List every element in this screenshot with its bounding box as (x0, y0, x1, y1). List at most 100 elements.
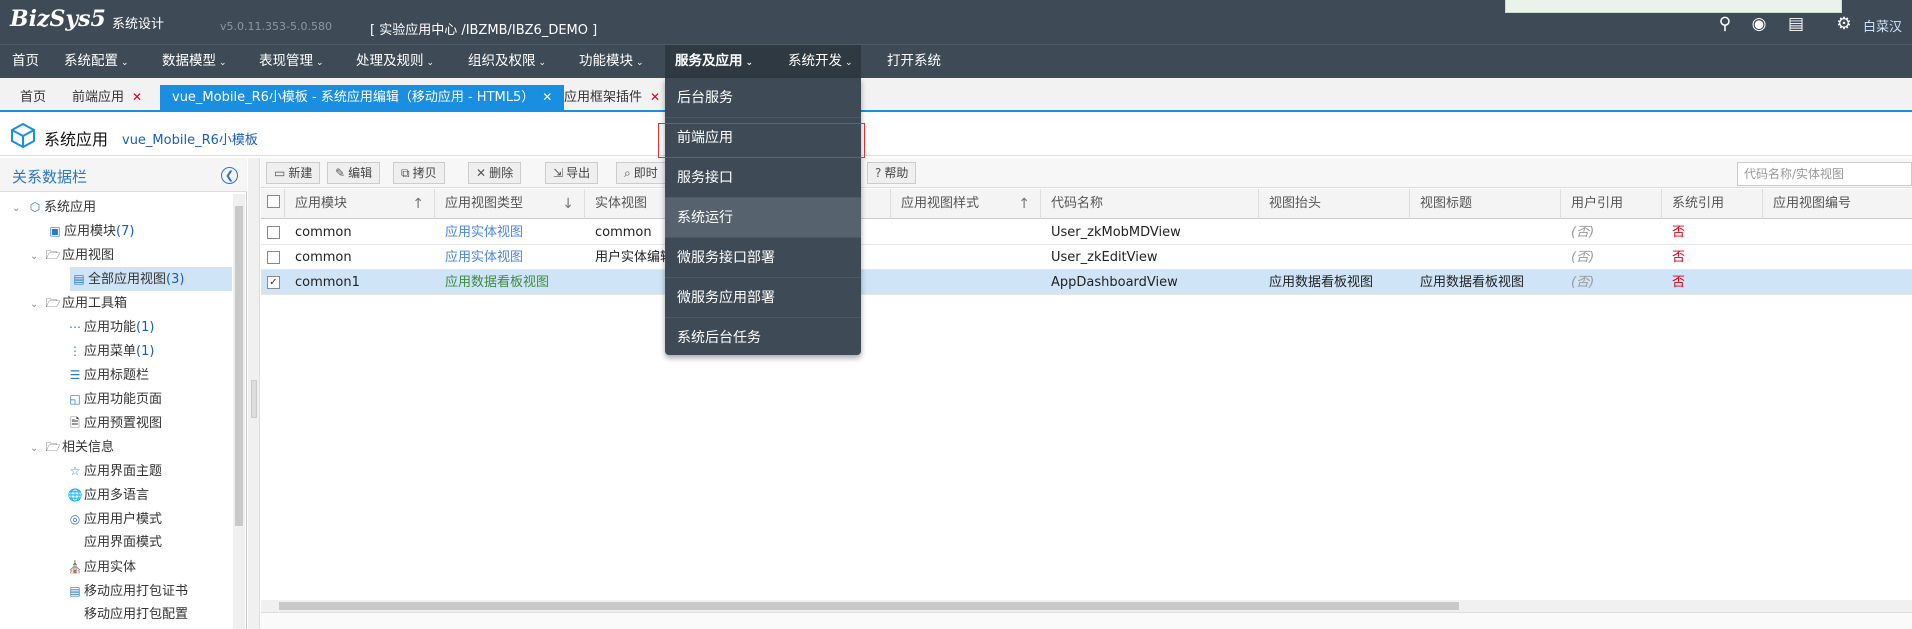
col-header-view-no[interactable]: 应用视图编号 (1763, 189, 1912, 219)
tree-item-app-menus[interactable]: ⋮ 应用菜单(1) (66, 339, 154, 363)
chat-icon[interactable]: ▤ (1786, 14, 1806, 34)
tree-item-package-certs[interactable]: ▤ 移动应用打包证书 (66, 579, 188, 603)
nav-home[interactable]: 首页 (2, 45, 49, 79)
github-icon[interactable]: ◉ (1749, 14, 1769, 34)
search-icon[interactable]: ⚲ (1715, 14, 1735, 34)
chevron-down-icon[interactable]: ⌄ (30, 437, 44, 461)
nav-system-dev[interactable]: 系统开发 ⌄ (778, 45, 863, 79)
col-header-user-ref[interactable]: 用户引用 (1561, 189, 1662, 219)
search-input[interactable] (1737, 162, 1912, 186)
instant-search-button[interactable]: ⌕ 即时 (616, 162, 666, 184)
collapse-icon[interactable]: ❮ (221, 167, 238, 184)
relation-sidebar: 关系数据栏 ❮ ⌄ ⬡ 系统应用 ▣ 应用模块(7) ⌄ 🗁 应用视图 ▤ 全部应用视图(3… (0, 158, 247, 629)
sort-asc-icon[interactable]: ↑ (412, 189, 424, 219)
cell-view-type[interactable]: 应用实体视图 (435, 220, 585, 245)
nav-system-config[interactable]: 系统配置 ⌄ (54, 45, 139, 79)
cell-view-type[interactable]: 应用实体视图 (435, 245, 585, 270)
tree-item-label: 应用多语言 (84, 488, 150, 503)
panel-splitter[interactable] (248, 158, 260, 629)
tree-item-app-functions[interactable]: ⋯ 应用功能(1) (66, 315, 154, 339)
col-header-sys-ref[interactable]: 系统引用 (1662, 189, 1763, 219)
nav-open-system[interactable]: 打开系统 (877, 45, 951, 79)
tree-item-label: 应用用户模式 (84, 512, 163, 527)
scrollbar-thumb[interactable] (235, 206, 243, 526)
col-header-title[interactable]: 视图标题 (1410, 189, 1561, 219)
sidebar-title: 关系数据栏 (12, 168, 88, 186)
menu-item-ms-interface-deploy[interactable]: 微服务接口部署 (665, 238, 861, 278)
copy-button[interactable]: ⧉ 拷贝 (393, 162, 445, 184)
nav-function-modules[interactable]: 功能模块 ⌄ (569, 45, 654, 79)
menu-item-background-tasks[interactable]: 系统后台任务 (665, 318, 861, 358)
tree-item-related-info[interactable]: ⌄ 🗁 相关信息 (30, 435, 114, 459)
search-icon: ⌕ (624, 166, 631, 180)
tree-item-title-bar[interactable]: ☰ 应用标题栏 (66, 363, 149, 387)
tree-item-ui-modes[interactable]: 应用界面模式 (66, 531, 162, 555)
user-settings-icon[interactable]: ⚙ (1834, 14, 1854, 34)
edit-button[interactable]: ✎ 编辑 (327, 162, 381, 184)
menu-item-service-interfaces[interactable]: 服务接口 (665, 158, 861, 198)
cell-code-name: User_zkMobMDView (1051, 225, 1181, 240)
folder-icon: 🗁 (45, 296, 61, 310)
scrollbar-thumb[interactable] (279, 602, 1459, 610)
column-label: 应用视图样式 (901, 196, 980, 211)
splitter-grip[interactable] (251, 380, 257, 418)
close-icon[interactable]: ✕ (132, 90, 142, 104)
table-row[interactable]: ✓ common1 应用数据看板视图 AppDashboardView 应用数据… (261, 270, 1912, 295)
nav-label: 处理及规则 (356, 53, 424, 69)
app-header: BizSys5 系统设计 v5.0.11.353-5.0.580 [ 实验应用中… (0, 0, 1912, 44)
sidebar-header: 关系数据栏 ❮ (0, 158, 247, 192)
tree-item-toolbox[interactable]: ⌄ 🗁 应用工具箱 (30, 291, 127, 315)
nav-rules[interactable]: 处理及规则 ⌄ (346, 45, 444, 79)
row-checkbox[interactable]: ✓ (267, 276, 280, 289)
tree-item-all-views[interactable]: ▤ 全部应用视图(3) (70, 267, 232, 291)
sort-asc-icon[interactable]: ↑ (1018, 189, 1030, 219)
menu-item-system-runtime[interactable]: 系统运行 (665, 198, 861, 238)
tree-item-preset-views[interactable]: 🗎 应用预置视图 (66, 411, 162, 435)
tab-home[interactable]: 首页 (8, 85, 58, 110)
cell-view-type[interactable]: 应用数据看板视图 (435, 270, 585, 295)
col-header-caption[interactable]: 视图抬头 (1259, 189, 1410, 219)
grid-horizontal-scrollbar[interactable] (261, 600, 1912, 612)
row-checkbox[interactable] (267, 226, 280, 239)
username-link[interactable]: 白菜汉 (1863, 16, 1902, 35)
tree-item-app-entities[interactable]: ⛪ 应用实体 (66, 555, 137, 579)
new-button[interactable]: ▭ 新建 (266, 162, 321, 184)
chevron-down-icon[interactable]: ⌄ (12, 197, 26, 221)
col-header-view-style[interactable]: 应用视图样式 ↑ (891, 189, 1041, 219)
tree-item-ui-themes[interactable]: ☆ 应用界面主题 (66, 459, 162, 483)
tab-frontend-apps[interactable]: 前端应用 ✕ (60, 85, 154, 110)
help-button[interactable]: ? 帮助 (867, 162, 917, 184)
tree-item-user-modes[interactable]: ◎ 应用用户模式 (66, 507, 162, 531)
export-button[interactable]: ⇲ 导出 (545, 162, 599, 184)
nav-org-permissions[interactable]: 组织及权限 ⌄ (458, 45, 556, 79)
nav-presentation[interactable]: 表现管理 ⌄ (249, 45, 334, 79)
menu-item-backend-services[interactable]: 后台服务 (665, 78, 861, 118)
tab-app-edit[interactable]: vue_Mobile_R6小模板 - 系统应用编辑（移动应用 - HTML5） ✕ (160, 85, 565, 110)
select-all-checkbox[interactable] (267, 195, 280, 208)
col-header-code-name[interactable]: 代码名称 (1041, 189, 1259, 219)
tree-item-app-views[interactable]: ⌄ 🗁 应用视图 (30, 243, 114, 267)
header-select-all[interactable] (261, 189, 285, 219)
table-row[interactable]: common 应用实体视图 common User_zkMobMDView (否… (261, 220, 1912, 245)
tree-item-languages[interactable]: 🌐 应用多语言 (66, 483, 150, 507)
tree-item-function-pages[interactable]: ◱ 应用功能页面 (66, 387, 162, 411)
chevron-down-icon: ⌄ (745, 58, 754, 68)
grid-header: 应用模块 ↑ 应用视图类型 ↓ 实体视图 应用视图样式 ↑ 代码名称 视图抬头 视图标… (261, 189, 1912, 219)
delete-button[interactable]: ✕ 删除 (468, 162, 522, 184)
nav-data-model[interactable]: 数据模型 ⌄ (152, 45, 237, 79)
col-header-module[interactable]: 应用模块 ↑ (285, 189, 435, 219)
close-icon[interactable]: ✕ (650, 90, 660, 104)
table-row[interactable]: common 应用实体视图 用户实体编辑 User_zkEditView (否)… (261, 245, 1912, 270)
tab-framework-plugins[interactable]: 应用框架插件 ✕ (552, 85, 672, 110)
close-icon[interactable]: ✕ (542, 90, 552, 104)
chevron-down-icon[interactable]: ⌄ (30, 293, 44, 317)
sidebar-scrollbar[interactable] (233, 194, 245, 629)
sort-desc-icon[interactable]: ↓ (562, 189, 574, 219)
row-checkbox[interactable] (267, 251, 280, 264)
tree-item-system-app[interactable]: ⌄ ⬡ 系统应用 (12, 195, 96, 219)
menu-item-ms-app-deploy[interactable]: 微服务应用部署 (665, 278, 861, 318)
col-header-view-type[interactable]: 应用视图类型 ↓ (435, 189, 585, 219)
chevron-down-icon[interactable]: ⌄ (30, 245, 44, 269)
tree-item-app-modules[interactable]: ▣ 应用模块(7) (46, 219, 134, 243)
tree-item-package-config[interactable]: 移动应用打包配置 (66, 603, 188, 627)
